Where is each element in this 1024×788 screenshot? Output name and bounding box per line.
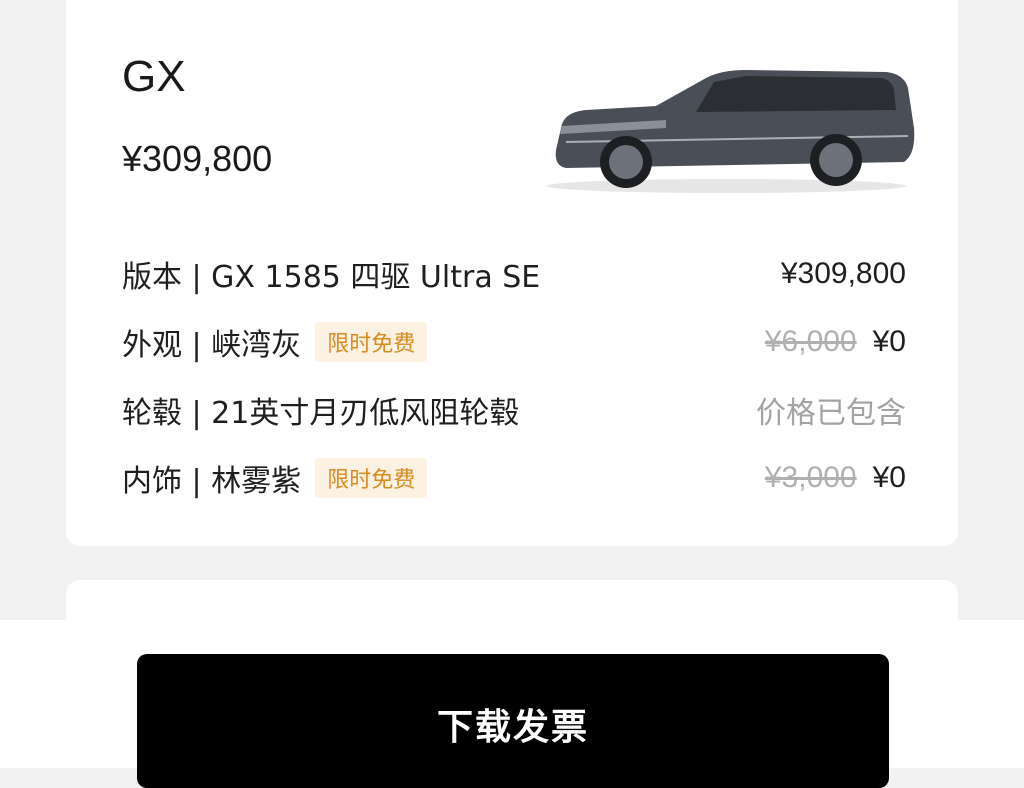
order-summary-card: GX ¥309,800 版本 | GX 1585 四驱 Ultra SE ¥30… <box>66 0 958 546</box>
config-price: ¥0 <box>872 325 906 358</box>
bottom-action-bar: 下载发票 <box>0 620 1024 788</box>
config-row-exterior: 外观 | 峡湾灰 限时免费 ¥6,000 ¥0 <box>122 308 906 376</box>
config-row-interior: 内饰 | 林雾紫 限时免费 ¥3,000 ¥0 <box>122 444 906 512</box>
config-label: 内饰 | 林雾紫 <box>122 464 302 499</box>
config-row-version: 版本 | GX 1585 四驱 Ultra SE ¥309,800 <box>122 240 906 308</box>
config-price: ¥0 <box>872 461 906 494</box>
config-list: 版本 | GX 1585 四驱 Ultra SE ¥309,800 外观 | 峡… <box>122 240 906 512</box>
car-image <box>546 70 915 193</box>
vehicle-total-price: ¥309,800 <box>122 138 273 179</box>
original-price: ¥3,000 <box>764 461 857 494</box>
limited-free-badge: 限时免费 <box>315 322 428 362</box>
limited-free-badge: 限时免费 <box>315 458 428 498</box>
config-price: ¥309,800 <box>780 257 906 290</box>
config-row-wheels: 轮毂 | 21英寸月刃低风阻轮毂 价格已包含 <box>122 376 906 444</box>
config-label: 轮毂 | 21英寸月刃低风阻轮毂 <box>122 396 520 431</box>
vehicle-model-title: GX <box>122 52 186 101</box>
config-label: 版本 | GX 1585 四驱 Ultra SE <box>122 260 541 295</box>
price-included-text: 价格已包含 <box>756 396 906 431</box>
original-price: ¥6,000 <box>764 325 857 358</box>
config-label: 外观 | 峡湾灰 <box>122 328 302 363</box>
